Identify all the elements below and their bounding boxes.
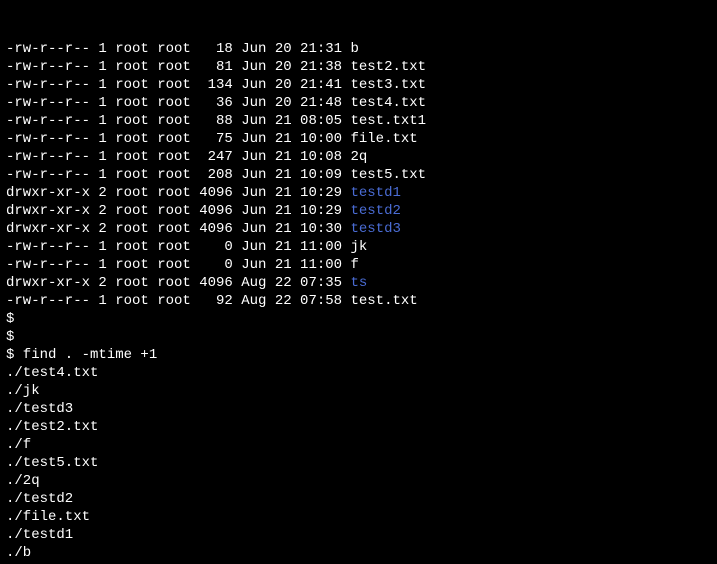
ls-row: drwxr-xr-x 2 root root 4096 Jun 21 10:29…: [6, 184, 711, 202]
output-line: ./testd1: [6, 526, 711, 544]
output-line: ./test5.txt: [6, 454, 711, 472]
dir-name: ts: [350, 275, 367, 291]
output-line: ./f: [6, 436, 711, 454]
ls-row: -rw-r--r-- 1 root root 36 Jun 20 21:48 t…: [6, 94, 711, 112]
ls-row: -rw-r--r-- 1 root root 92 Aug 22 07:58 t…: [6, 292, 711, 310]
dir-name: testd2: [350, 203, 400, 219]
file-name: test2.txt: [350, 59, 426, 75]
ls-row: drwxr-xr-x 2 root root 4096 Aug 22 07:35…: [6, 274, 711, 292]
output-line: ./test4.txt: [6, 364, 711, 382]
file-name: 2q: [350, 149, 367, 165]
file-name: test3.txt: [350, 77, 426, 93]
ls-row: -rw-r--r-- 1 root root 88 Jun 21 08:05 t…: [6, 112, 711, 130]
file-name: jk: [350, 239, 367, 255]
dir-name: testd1: [350, 185, 400, 201]
ls-row: -rw-r--r-- 1 root root 134 Jun 20 21:41 …: [6, 76, 711, 94]
ls-row: -rw-r--r-- 1 root root 0 Jun 21 11:00 f: [6, 256, 711, 274]
file-name: file.txt: [350, 131, 417, 147]
ls-row: drwxr-xr-x 2 root root 4096 Jun 21 10:30…: [6, 220, 711, 238]
output-line: ./jk: [6, 382, 711, 400]
output-line: ./2q: [6, 472, 711, 490]
dir-name: testd3: [350, 221, 400, 237]
file-name: f: [350, 257, 358, 273]
prompt-line: $: [6, 328, 711, 346]
ls-row: -rw-r--r-- 1 root root 18 Jun 20 21:31 b: [6, 40, 711, 58]
output-line: ./testd3: [6, 400, 711, 418]
output-line: ./testd2: [6, 490, 711, 508]
file-name: test.txt1: [350, 113, 426, 129]
terminal[interactable]: -rw-r--r-- 1 root root 18 Jun 20 21:31 b…: [0, 0, 717, 564]
file-name: test.txt: [350, 293, 417, 309]
file-name: b: [350, 41, 358, 57]
ls-row: drwxr-xr-x 2 root root 4096 Jun 21 10:29…: [6, 202, 711, 220]
output-line: ./test2.txt: [6, 418, 711, 436]
ls-row: -rw-r--r-- 1 root root 208 Jun 21 10:09 …: [6, 166, 711, 184]
prompt-line: $: [6, 310, 711, 328]
file-name: test5.txt: [350, 167, 426, 183]
ls-row: -rw-r--r-- 1 root root 247 Jun 21 10:08 …: [6, 148, 711, 166]
command-line: $ find . -mtime +1: [6, 346, 711, 364]
output-line: ./b: [6, 544, 711, 562]
ls-row: -rw-r--r-- 1 root root 0 Jun 21 11:00 jk: [6, 238, 711, 256]
output-line: ./file.txt: [6, 508, 711, 526]
ls-row: -rw-r--r-- 1 root root 75 Jun 21 10:00 f…: [6, 130, 711, 148]
ls-row: -rw-r--r-- 1 root root 81 Jun 20 21:38 t…: [6, 58, 711, 76]
file-name: test4.txt: [350, 95, 426, 111]
